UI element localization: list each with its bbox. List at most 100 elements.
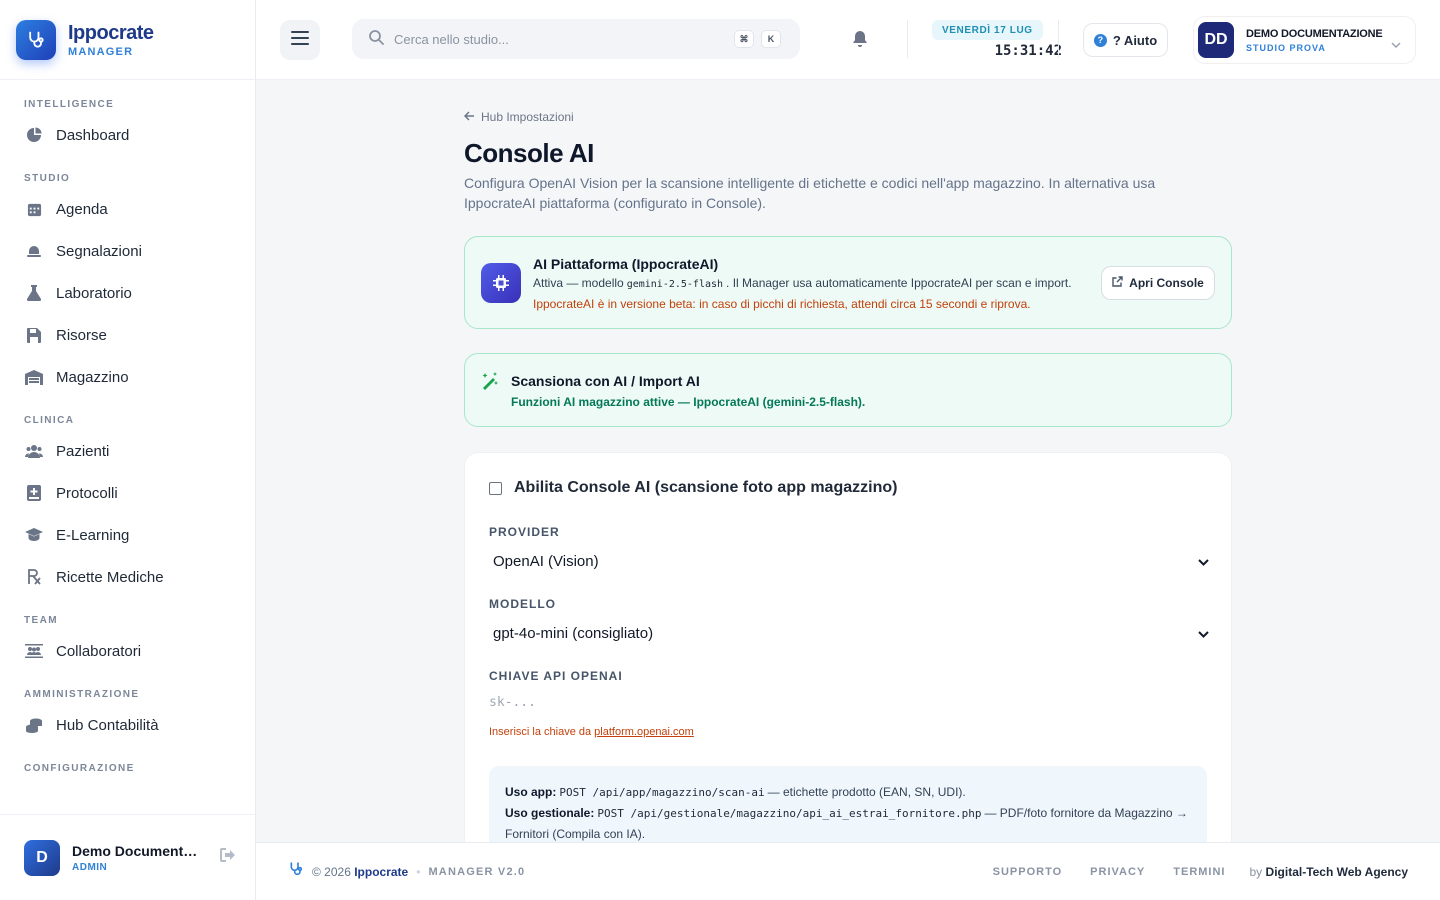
footer-credit[interactable]: by Digital-Tech Web Agency [1250, 865, 1409, 879]
enable-console-label: Abilita Console AI (scansione foto app m… [514, 479, 898, 496]
api-key-hint: Inserisci la chiave da platform.openai.c… [489, 726, 694, 738]
provider-label: PROVIDER [489, 525, 560, 539]
sidebar-item-label: Agenda [56, 200, 108, 218]
book-medical-icon [24, 483, 44, 503]
footer-separator: • [416, 864, 421, 879]
users-icon [24, 441, 44, 461]
usage-app-desc: — etichette prodotto (EAN, SN, UDI). [767, 785, 966, 799]
save-icon [24, 325, 44, 345]
usage-app-code: POST /api/app/magazzino/scan-ai [559, 786, 765, 799]
sidebar-item-label: Hub Contabilità [56, 716, 159, 734]
pie-chart-icon [24, 125, 44, 145]
hamburger-icon [291, 30, 309, 50]
footer-link-termini[interactable]: TERMINI [1173, 866, 1225, 878]
sidebar-item-collaboratori[interactable]: Collaboratori [0, 630, 255, 672]
footer-links: SUPPORTO PRIVACY TERMINI by Digital-Tech… [965, 865, 1408, 879]
footer-by: by [1249, 864, 1263, 879]
sidebar-item-label: Segnalazioni [56, 242, 142, 260]
sidebar-item-agenda[interactable]: Agenda [0, 188, 255, 230]
brand[interactable]: Ippocrate MANAGER [0, 0, 255, 80]
usage-gest-code: POST /api/gestionale/magazzino/api_ai_es… [597, 807, 982, 820]
usage-app-line: Uso app: POST /api/app/magazzino/scan-ai —… [505, 782, 1191, 803]
sidebar-item-label: Laboratorio [56, 284, 132, 302]
sidebar-item-magazzino[interactable]: Magazzino [0, 356, 255, 398]
sidebar-item-e-learning[interactable]: E-Learning [0, 514, 255, 556]
kbd-k: K [761, 30, 781, 48]
back-link[interactable]: Hub Impostazioni [463, 110, 574, 124]
platform-status-prefix: Attiva — modello [533, 276, 624, 290]
footer-link-supporto[interactable]: SUPPORTO [993, 866, 1063, 878]
ai-platform-card: AI Piattaforma (IppocrateAI) Attiva — mo… [464, 236, 1232, 329]
sidebar-item-label: E-Learning [56, 526, 130, 544]
page-description: Configura OpenAI Vision per la scansione… [464, 175, 1156, 211]
footer-brand: Ippocrate [354, 864, 409, 879]
header-divider [1058, 20, 1059, 58]
page-title: Console AI [464, 138, 594, 168]
nav-section-configurazione: CONFIGURAZIONE [24, 763, 135, 774]
enable-console-checkbox[interactable] [489, 481, 502, 495]
clock: 15:31:42 [994, 43, 1062, 59]
top-header: Cerca nello studio... ⌘ K VENERDÌ 17 LUG… [256, 0, 1440, 80]
sidebar-item-hub-contabilita[interactable]: Hub Contabilità [0, 704, 255, 746]
notifications-bell-icon[interactable] [852, 30, 868, 53]
sidebar-item-label: Ricette Mediche [56, 568, 164, 586]
sidebar-item-dashboard[interactable]: Dashboard [0, 114, 255, 156]
logout-icon[interactable] [220, 848, 236, 867]
sidebar: Ippocrate MANAGER INTELLIGENCE Dashboard… [0, 0, 256, 900]
account-menu[interactable]: DD DEMO DOCUMENTAZIONE STUDIO PROVA [1193, 16, 1416, 64]
sidebar-item-risorse[interactable]: Risorse [0, 314, 255, 356]
sidebar-item-label: Collaboratori [56, 642, 142, 660]
usage-gestionale-line: Uso gestionale: POST /api/gestionale/maga… [505, 803, 1191, 842]
sidebar-item-label: Magazzino [56, 368, 129, 386]
platform-title: AI Piattaforma (IppocrateAI) [533, 256, 719, 272]
usage-app-label: Uso app: [505, 785, 557, 799]
enable-console-row[interactable]: Abilita Console AI (scansione foto app m… [489, 479, 897, 497]
help-button[interactable]: ? ? Aiuto [1083, 23, 1168, 57]
chevron-down-icon [1198, 625, 1209, 642]
nav-section-studio: STUDIO [24, 173, 71, 184]
openai-platform-link[interactable]: platform.openai.com [594, 726, 694, 738]
bell-icon [24, 241, 44, 261]
sidebar-nav: INTELLIGENCE Dashboard STUDIO Agenda Seg… [0, 80, 255, 778]
brand-name: Ippocrate [68, 21, 154, 44]
account-avatar: DD [1198, 22, 1234, 58]
footer-link-privacy[interactable]: PRIVACY [1090, 866, 1145, 878]
sidebar-item-label: Protocolli [56, 484, 118, 502]
open-console-label: Apri Console [1129, 276, 1204, 290]
nav-section-amministrazione: AMMINISTRAZIONE [24, 689, 140, 700]
help-label: ? Aiuto [1112, 32, 1158, 48]
nav-section-intelligence: INTELLIGENCE [24, 99, 115, 110]
date-badge: VENERDÌ 17 LUG [932, 20, 1043, 40]
arrow-left-icon [463, 110, 475, 124]
usage-info-box: Uso app: POST /api/app/magazzino/scan-ai —… [489, 766, 1207, 842]
search-icon [368, 29, 384, 50]
avatar[interactable]: D [24, 839, 60, 876]
footer: © 2026 Ippocrate • MANAGER V2.0 SUPPORTO… [256, 842, 1440, 900]
footer-copy-year: © 2026 [312, 864, 351, 879]
team-icon [24, 641, 44, 661]
user-role: ADMIN [72, 861, 108, 873]
model-select[interactable]: gpt-4o-mini (consigliato) [489, 618, 1209, 648]
open-console-button[interactable]: Apri Console [1101, 266, 1215, 300]
footer-agency: Digital-Tech Web Agency [1265, 864, 1408, 879]
menu-toggle-button[interactable] [280, 20, 320, 60]
platform-status: Attiva — modello gemini-2.5-flash. Il Man… [533, 276, 1072, 290]
ai-scan-status-card: Scansiona con AI / Import AI Funzioni AI… [464, 353, 1232, 427]
model-label: MODELLO [489, 597, 556, 611]
search-input[interactable]: Cerca nello studio... ⌘ K [352, 19, 800, 59]
platform-status-suffix: . Il Manager usa automaticamente Ippocra… [726, 276, 1072, 290]
sidebar-item-label: Dashboard [56, 126, 130, 144]
sidebar-item-pazienti[interactable]: Pazienti [0, 430, 255, 472]
api-key-input[interactable]: sk-... [489, 695, 1209, 719]
sidebar-item-ricette-mediche[interactable]: Ricette Mediche [0, 556, 255, 598]
sidebar-item-protocolli[interactable]: Protocolli [0, 472, 255, 514]
stethoscope-icon [16, 19, 56, 60]
nav-section-team: TEAM [24, 615, 58, 626]
sidebar-item-laboratorio[interactable]: Laboratorio [0, 272, 255, 314]
model-value: gpt-4o-mini (consigliato) [493, 624, 654, 642]
provider-select[interactable]: OpenAI (Vision) [489, 546, 1209, 576]
sidebar-item-segnalazioni[interactable]: Segnalazioni [0, 230, 255, 272]
brand-sub: MANAGER [68, 45, 134, 58]
platform-beta-warning: IppocrateAI è in versione beta: in caso … [533, 297, 1031, 311]
sidebar-item-label: Pazienti [56, 442, 110, 460]
